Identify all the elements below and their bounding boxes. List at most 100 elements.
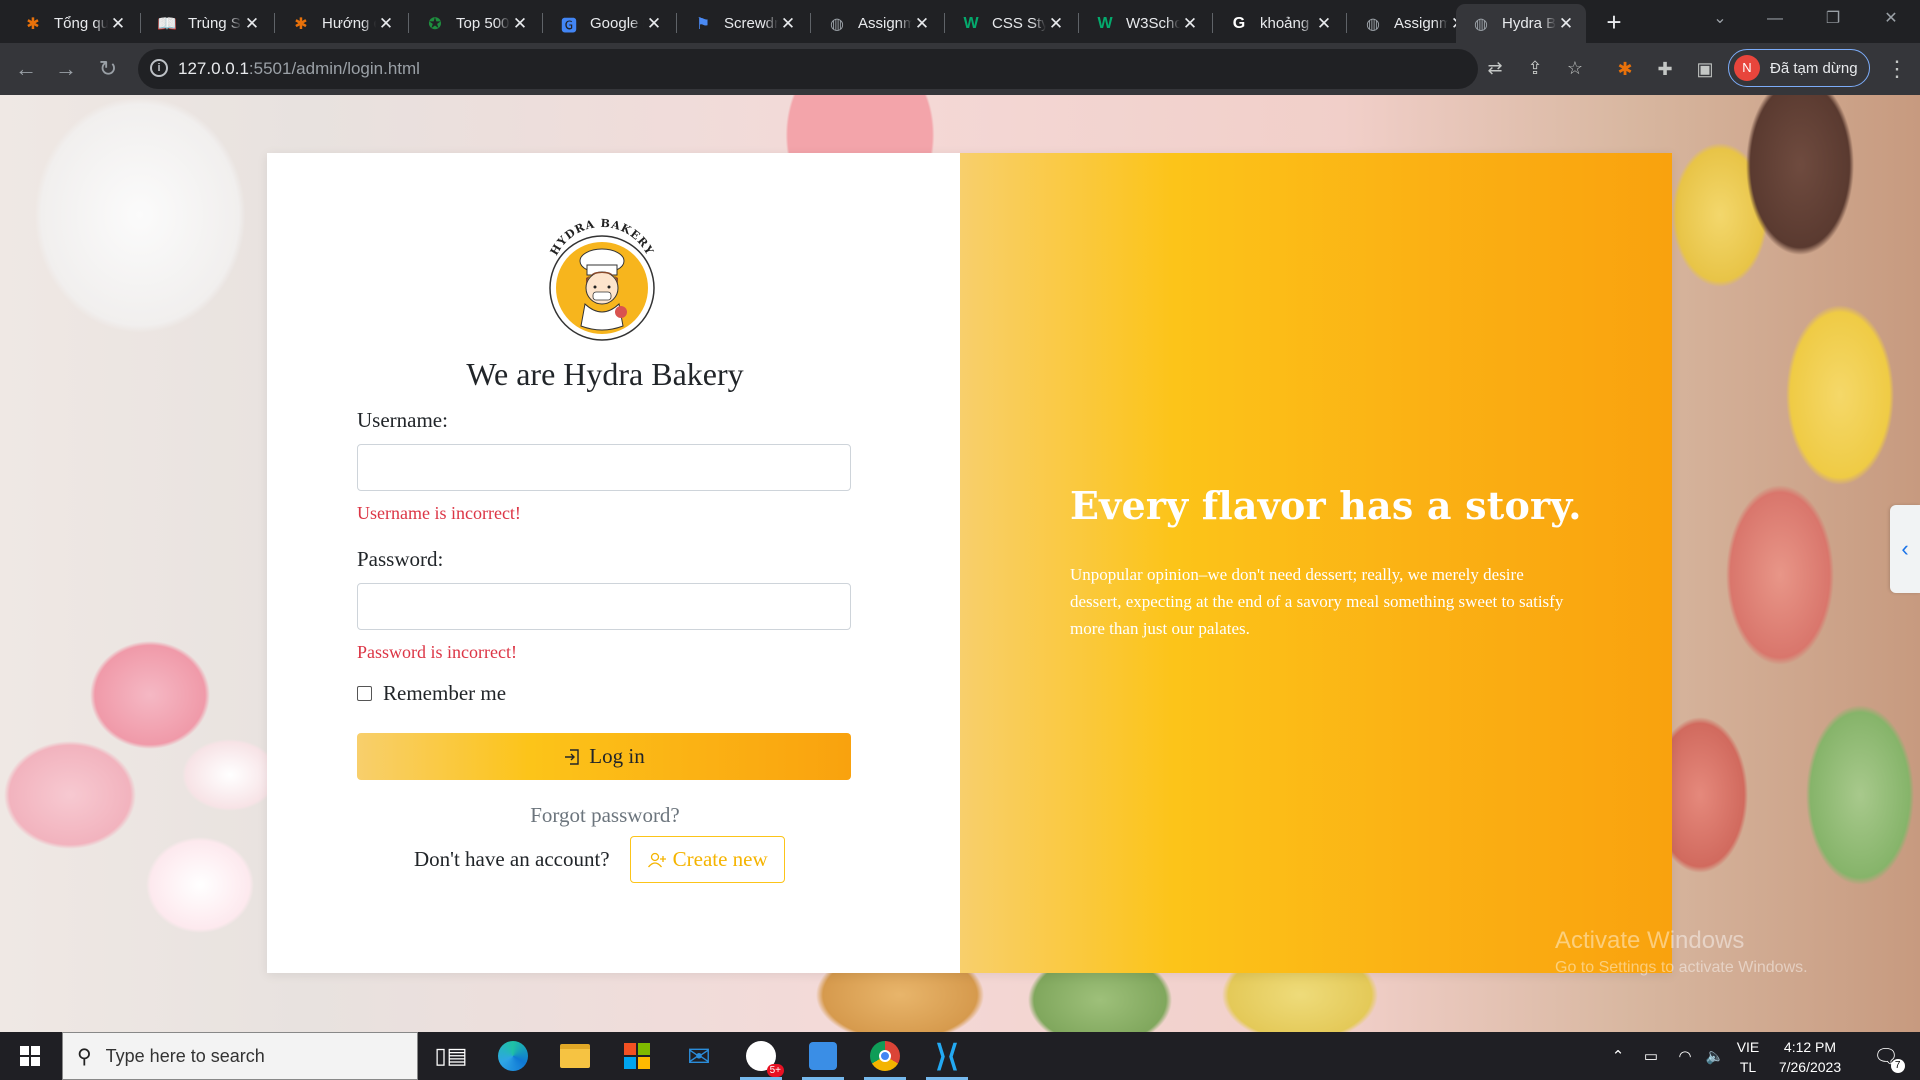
browser-tab-strip: ✱ Tổng quan ✕ 📖 Trùng Sinh ✕ ✱ Hướng dẫn… <box>0 0 1920 43</box>
password-error: Password is incorrect! <box>357 642 517 662</box>
close-icon[interactable]: ✕ <box>242 14 262 34</box>
show-hidden-icons[interactable]: ⌃ <box>1606 1032 1630 1080</box>
file-explorer-button[interactable] <box>544 1032 606 1080</box>
translate-icon[interactable]: ⇄ <box>1482 55 1508 81</box>
start-button[interactable] <box>0 1032 60 1080</box>
brand-title: We are Hydra Bakery <box>466 356 744 392</box>
folder-icon <box>560 1044 590 1068</box>
hydra-bakery-logo: HYDRA BAKERY <box>548 217 655 341</box>
browser-tab[interactable]: W CSS Styling ✕ <box>946 4 1076 43</box>
browser-tab[interactable]: W W3Schools ✕ <box>1080 4 1210 43</box>
notification-icon: 🗨 7 <box>1873 1044 1905 1073</box>
side-panel-toggle[interactable]: ‹ <box>1890 505 1920 593</box>
edge-button[interactable] <box>482 1032 544 1080</box>
side-panel-icon[interactable]: ▣ <box>1692 56 1718 82</box>
task-view-button[interactable]: ▯▤ <box>420 1032 482 1080</box>
tab-title: CSS Styling <box>992 15 1046 32</box>
username-input[interactable] <box>357 444 851 491</box>
address-bar[interactable]: i 127.0.0.1:5501/admin/login.html ⇄ ⇪ ☆ <box>138 49 1583 89</box>
tab-title: Assignment <box>858 15 912 32</box>
tab-search-icon[interactable]: ⌄ <box>1695 4 1745 34</box>
bookmark-star-icon[interactable]: ☆ <box>1562 55 1588 81</box>
minimize-icon[interactable]: — <box>1750 4 1800 34</box>
close-icon[interactable]: ✕ <box>510 14 530 34</box>
mail-button[interactable]: ✉ <box>668 1032 730 1080</box>
remote-desktop-button[interactable] <box>792 1032 854 1080</box>
password-label: Password: <box>357 547 851 572</box>
story-panel: Every flavor has a story. Unpopular opin… <box>960 153 1672 973</box>
browser-tab[interactable]: G khoảng cách ✕ <box>1214 4 1344 43</box>
globe-icon: ◍ <box>1366 15 1380 33</box>
chevron-left-icon: ‹ <box>1901 536 1909 561</box>
book-icon: 📖 <box>157 15 177 33</box>
create-label: Create new <box>672 847 768 871</box>
close-icon[interactable]: ✕ <box>1046 14 1066 34</box>
battery-icon[interactable]: ▭ <box>1636 1032 1666 1080</box>
remember-me[interactable]: Remember me <box>357 681 506 706</box>
close-icon[interactable]: ✕ <box>1314 14 1334 34</box>
avatar: N <box>1734 55 1760 81</box>
remember-checkbox[interactable] <box>357 686 372 701</box>
new-tab-button[interactable]: + <box>1598 6 1630 38</box>
login-icon <box>565 748 579 765</box>
signup-row: Don't have an account? Create new <box>414 836 785 883</box>
browser-tab[interactable]: ✱ Hướng dẫn ✕ <box>276 4 406 43</box>
browser-tab[interactable]: ✱ Tổng quan ✕ <box>8 4 138 43</box>
browser-tab[interactable]: ⚑ Screwdriver ✕ <box>678 4 808 43</box>
windows-logo-icon <box>20 1046 40 1066</box>
tab-title: Hướng dẫn <box>322 15 376 32</box>
star-badge-icon: ✪ <box>428 15 442 33</box>
tab-title: Trùng Sinh <box>188 15 242 32</box>
profile-button[interactable]: N Đã tạm dừng <box>1728 49 1870 87</box>
notifications-button[interactable]: 🗨 7 <box>1866 1032 1906 1080</box>
browser-tab[interactable]: ◍ Assignment ✕ <box>812 4 942 43</box>
login-button[interactable]: Log in <box>357 733 851 780</box>
close-icon[interactable]: ✕ <box>644 14 664 34</box>
browser-tab[interactable]: 🅶 Google Dịch ✕ <box>544 4 674 43</box>
taskbar-search[interactable]: ⚲ Type here to search <box>62 1032 418 1080</box>
vscode-button[interactable]: ⟩⟨ <box>916 1032 978 1080</box>
login-label: Log in <box>589 744 645 768</box>
restore-icon[interactable]: ❐ <box>1808 4 1858 34</box>
story-text: Unpopular opinion–we don't need dessert;… <box>1070 565 1564 638</box>
forgot-password-link[interactable]: Forgot password? <box>267 803 943 828</box>
window-close-icon[interactable]: ✕ <box>1866 4 1916 34</box>
back-icon[interactable]: ← <box>12 55 40 83</box>
extension-figure-icon[interactable]: ✱ <box>1612 56 1638 82</box>
chrome-button[interactable] <box>854 1032 916 1080</box>
close-icon[interactable]: ✕ <box>1180 14 1200 34</box>
mail-icon: ✉ <box>687 1040 711 1072</box>
globe-icon: ◍ <box>1474 15 1488 33</box>
watermark-title: Activate Windows <box>1555 927 1745 954</box>
share-icon[interactable]: ⇪ <box>1522 55 1548 81</box>
password-input[interactable] <box>357 583 851 630</box>
tab-title: Google Dịch <box>590 15 644 32</box>
chat-app-button[interactable]: 5+ <box>730 1032 792 1080</box>
browser-tab-active[interactable]: ◍ Hydra Bakery ✕ <box>1456 4 1586 43</box>
wifi-icon[interactable]: ◠ <box>1670 1032 1700 1080</box>
forward-icon[interactable]: → <box>52 55 80 83</box>
reload-icon[interactable]: ↻ <box>94 55 122 83</box>
chrome-icon <box>870 1041 900 1071</box>
close-icon[interactable]: ✕ <box>108 14 128 34</box>
create-account-button[interactable]: Create new <box>629 836 785 883</box>
site-info-icon[interactable]: i <box>150 59 168 77</box>
volume-icon[interactable]: 🔈 <box>1700 1032 1730 1080</box>
edge-icon <box>498 1041 528 1071</box>
tab-title: Assignment <box>1394 15 1448 32</box>
url-host: 127.0.0.1 <box>178 59 249 78</box>
extensions-puzzle-icon[interactable]: ✚ <box>1652 56 1678 82</box>
url-text[interactable]: 127.0.0.1:5501/admin/login.html <box>178 59 420 79</box>
close-icon[interactable]: ✕ <box>1556 14 1576 34</box>
browser-menu-icon[interactable]: ⋮ <box>1886 55 1908 83</box>
clock[interactable]: 4:12 PM 7/26/2023 <box>1760 1037 1860 1077</box>
tab-title: Hydra Bakery <box>1502 15 1556 32</box>
close-icon[interactable]: ✕ <box>778 14 798 34</box>
tab-title: Top 500 <box>456 15 510 32</box>
browser-tab[interactable]: ✪ Top 500 ✕ <box>410 4 540 43</box>
store-button[interactable] <box>606 1032 668 1080</box>
close-icon[interactable]: ✕ <box>376 14 396 34</box>
browser-tab[interactable]: 📖 Trùng Sinh ✕ <box>142 4 272 43</box>
close-icon[interactable]: ✕ <box>912 14 932 34</box>
add-user-icon <box>647 852 666 867</box>
